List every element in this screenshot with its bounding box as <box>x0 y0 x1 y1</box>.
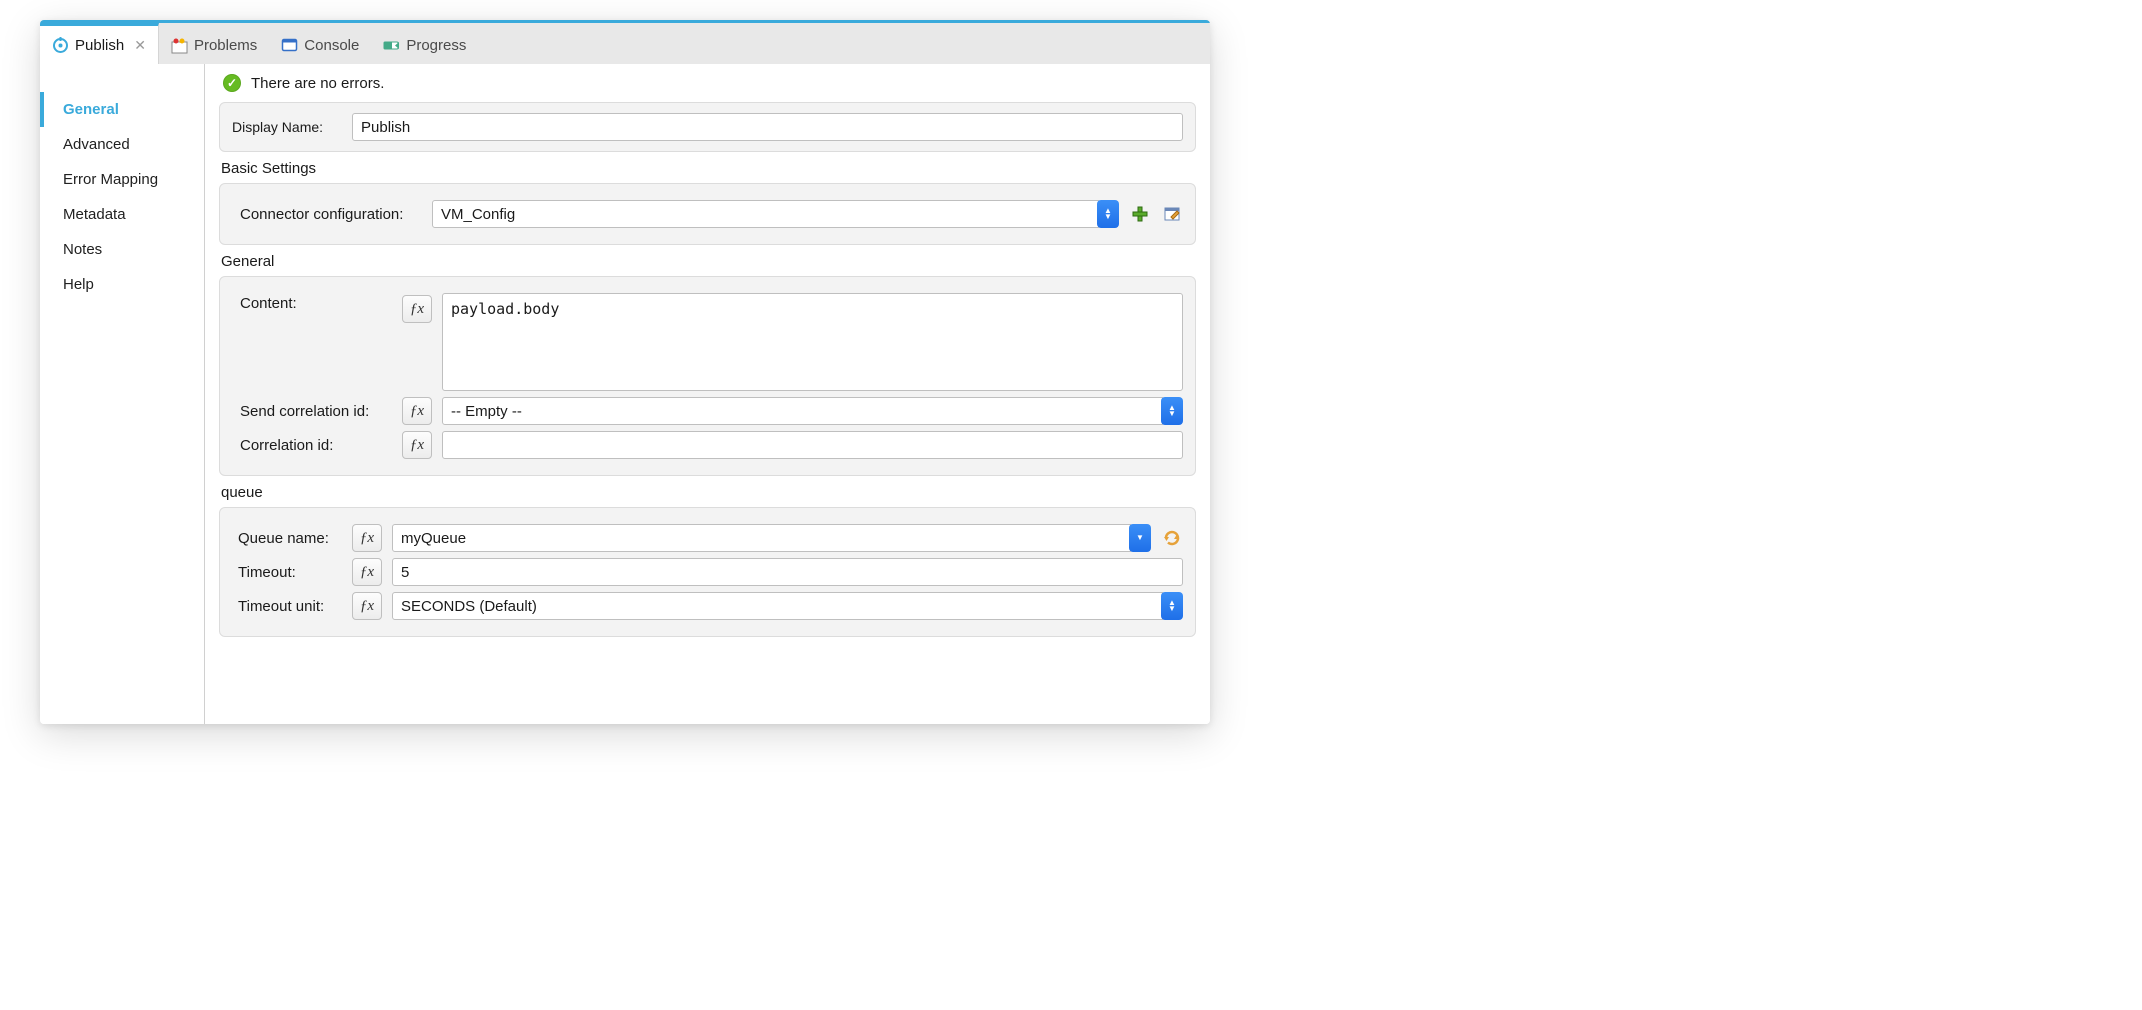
timeout-unit-label: Timeout unit: <box>232 598 342 615</box>
edit-config-button[interactable] <box>1161 203 1183 225</box>
sidebar: General Advanced Error Mapping Metadata … <box>40 64 205 724</box>
connector-config-label: Connector configuration: <box>232 206 422 223</box>
sidebar-item-metadata[interactable]: Metadata <box>40 197 204 232</box>
queue-group: queue Queue name: ƒx ▼ Tim <box>219 482 1196 637</box>
add-config-button[interactable] <box>1129 203 1151 225</box>
sidebar-item-label: Notes <box>63 241 102 258</box>
general-group: General Content: ƒx Send correlation id:… <box>219 251 1196 476</box>
basic-settings-group: Basic Settings Connector configuration: … <box>219 158 1196 245</box>
console-icon <box>281 37 298 54</box>
select-toggle-icon[interactable]: ▲▼ <box>1097 200 1119 228</box>
display-name-row: Display Name: <box>219 102 1196 152</box>
ok-icon: ✓ <box>223 74 241 92</box>
sidebar-item-label: Error Mapping <box>63 171 158 188</box>
sidebar-item-advanced[interactable]: Advanced <box>40 127 204 162</box>
correlation-id-label: Correlation id: <box>232 437 392 454</box>
progress-icon <box>383 37 400 54</box>
sidebar-item-label: Metadata <box>63 206 126 223</box>
tab-label: Console <box>304 37 359 54</box>
timeout-unit-select[interactable]: ▲▼ <box>392 592 1183 620</box>
tab-console[interactable]: Console <box>269 26 371 64</box>
status-text: There are no errors. <box>251 75 384 92</box>
sidebar-item-general[interactable]: General <box>40 92 204 127</box>
expression-button[interactable]: ƒx <box>352 524 382 552</box>
send-correlation-label: Send correlation id: <box>232 403 392 420</box>
expression-button[interactable]: ƒx <box>352 558 382 586</box>
group-label: General <box>219 251 1196 276</box>
display-name-label: Display Name: <box>232 119 342 135</box>
timeout-input[interactable] <box>392 558 1183 586</box>
status-row: ✓ There are no errors. <box>219 64 1196 102</box>
close-icon[interactable]: ✕ <box>134 37 146 54</box>
connector-config-value[interactable] <box>432 200 1099 228</box>
select-toggle-icon[interactable]: ▲▼ <box>1161 397 1183 425</box>
connector-config-select[interactable]: ▲▼ <box>432 200 1119 228</box>
sidebar-item-help[interactable]: Help <box>40 267 204 302</box>
tab-problems[interactable]: Problems <box>159 26 269 64</box>
content-pane: ✓ There are no errors. Display Name: Bas… <box>205 64 1210 724</box>
send-correlation-value[interactable] <box>442 397 1163 425</box>
sidebar-item-label: Help <box>63 276 94 293</box>
sidebar-item-notes[interactable]: Notes <box>40 232 204 267</box>
correlation-id-input[interactable] <box>442 431 1183 459</box>
group-label: queue <box>219 482 1196 507</box>
tab-publish[interactable]: Publish ✕ <box>40 23 159 64</box>
expression-button[interactable]: ƒx <box>402 397 432 425</box>
queue-name-value[interactable] <box>392 524 1131 552</box>
sidebar-item-label: General <box>63 101 119 118</box>
tab-label: Progress <box>406 37 466 54</box>
sidebar-item-label: Advanced <box>63 136 130 153</box>
expression-button[interactable]: ƒx <box>402 295 432 323</box>
queue-name-select[interactable]: ▼ <box>392 524 1151 552</box>
tab-label: Problems <box>194 37 257 54</box>
timeout-label: Timeout: <box>232 564 342 581</box>
editor-window: Publish ✕ Problems Console Progress Gene… <box>40 20 1210 724</box>
refresh-button[interactable] <box>1161 527 1183 549</box>
problems-icon <box>171 37 188 54</box>
timeout-unit-value[interactable] <box>392 592 1163 620</box>
select-toggle-icon[interactable]: ▼ <box>1129 524 1151 552</box>
tab-bar: Publish ✕ Problems Console Progress <box>40 20 1210 64</box>
main-split: General Advanced Error Mapping Metadata … <box>40 64 1210 724</box>
expression-button[interactable]: ƒx <box>352 592 382 620</box>
publish-icon <box>52 37 69 54</box>
send-correlation-select[interactable]: ▲▼ <box>442 397 1183 425</box>
tab-label: Publish <box>75 37 124 54</box>
queue-name-label: Queue name: <box>232 530 342 547</box>
content-input[interactable] <box>442 293 1183 391</box>
select-toggle-icon[interactable]: ▲▼ <box>1161 592 1183 620</box>
expression-button[interactable]: ƒx <box>402 431 432 459</box>
display-name-input[interactable] <box>352 113 1183 141</box>
sidebar-item-error-mapping[interactable]: Error Mapping <box>40 162 204 197</box>
tab-progress[interactable]: Progress <box>371 26 478 64</box>
group-label: Basic Settings <box>219 158 1196 183</box>
content-label: Content: <box>232 295 392 312</box>
